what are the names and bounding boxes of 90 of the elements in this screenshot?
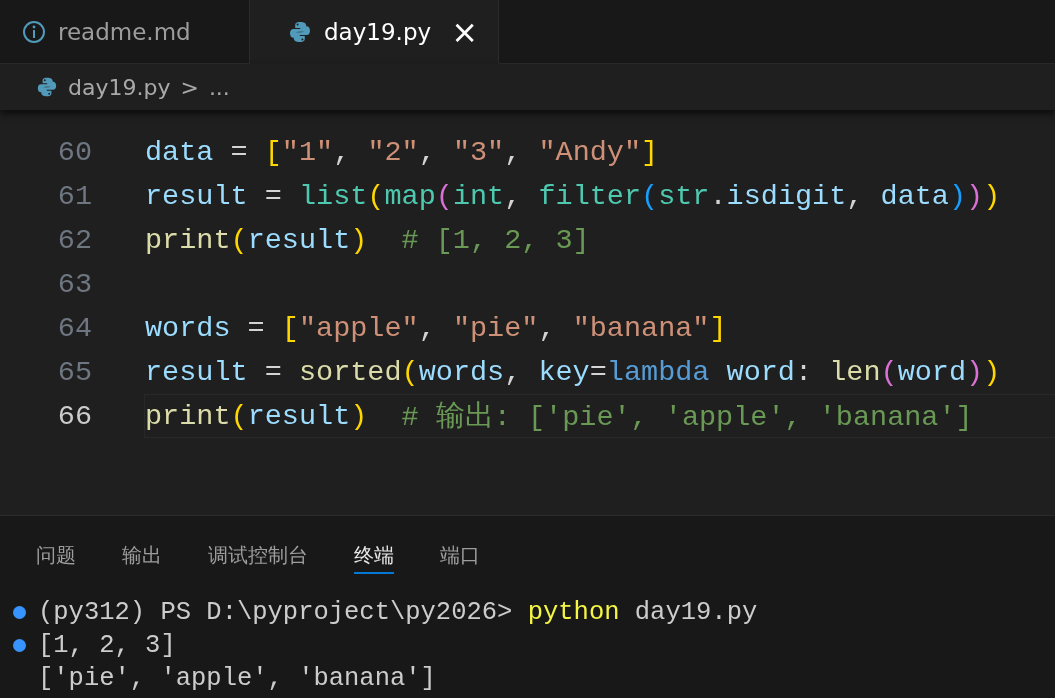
code-string: "3" xyxy=(452,135,505,169)
code-variable: words xyxy=(145,311,231,345)
code-operator: , xyxy=(538,311,557,345)
code-operator: , xyxy=(504,179,523,213)
code-operator: , xyxy=(846,179,865,213)
code-class: str xyxy=(658,179,710,213)
code-comment: # 输出: ['pie', 'apple', 'banana'] xyxy=(400,400,973,435)
code-string: "1" xyxy=(281,135,334,169)
code-string: "Andy" xyxy=(538,135,642,169)
editor-tab[interactable]: readme.md xyxy=(0,0,250,64)
code-operator: = xyxy=(589,355,607,389)
panel-tab[interactable]: 终端 xyxy=(354,538,394,574)
code-string: "banana" xyxy=(572,311,710,345)
code-class: list xyxy=(298,179,368,213)
terminal-text: ['pie', 'apple', 'banana'] xyxy=(38,664,436,693)
breadcrumb-item[interactable]: day19.py xyxy=(68,74,171,100)
editor-tab[interactable]: day19.py × xyxy=(250,0,499,64)
line-number: 65 xyxy=(56,355,92,389)
line-number: 62 xyxy=(56,223,92,257)
code-variable: result xyxy=(247,223,351,257)
code-operator: , xyxy=(418,311,437,345)
terminal-text: [1, 2, 3] xyxy=(38,631,176,660)
code-bracket: ( xyxy=(230,399,248,433)
code-function: len xyxy=(829,355,881,389)
python-icon xyxy=(288,19,312,44)
code-variable: data xyxy=(880,179,949,213)
panel-tab[interactable]: 调试控制台 xyxy=(208,538,308,572)
breadcrumb-item[interactable]: ... xyxy=(208,74,230,100)
code-operator: . xyxy=(709,179,727,213)
code-string: "2" xyxy=(367,135,419,169)
code-variable: words xyxy=(418,355,505,389)
code-variable: result xyxy=(145,355,248,389)
code-bracket: ] xyxy=(641,135,659,169)
line-number: 61 xyxy=(56,179,92,213)
code-operator: = xyxy=(263,179,283,213)
code-bracket: ) xyxy=(948,179,967,213)
terminal-text: day19.py xyxy=(633,598,758,627)
code-keyword: lambda xyxy=(606,355,711,389)
code-variable: result xyxy=(247,399,351,433)
code-variable: word xyxy=(726,355,795,389)
code-operator: , xyxy=(504,135,523,169)
code-variable: data xyxy=(145,135,214,169)
code-operator: , xyxy=(333,135,352,169)
info-icon xyxy=(22,19,46,44)
code-bracket: ) xyxy=(966,355,984,389)
code-operator: , xyxy=(504,355,523,389)
code-operator: , xyxy=(418,135,437,169)
panel-tab[interactable]: 问题 xyxy=(36,538,76,572)
code-string: "pie" xyxy=(452,311,539,345)
code-bracket: ( xyxy=(401,355,419,389)
terminal-text: (py312) PS D:\pyproject\py2026> xyxy=(38,598,514,627)
code-variable: result xyxy=(145,179,248,213)
code-operator: = xyxy=(263,355,283,389)
code-operator: = xyxy=(246,311,266,345)
code-string: "apple" xyxy=(298,311,419,345)
code-variable: key xyxy=(538,355,590,389)
code-function: print xyxy=(145,223,231,257)
code-bracket: [ xyxy=(264,135,282,169)
code-function: print xyxy=(145,399,231,433)
code-operator: : xyxy=(795,355,814,389)
panel-tab[interactable]: 端口 xyxy=(440,538,480,572)
code-bracket: ( xyxy=(880,355,898,389)
code-bracket: ) xyxy=(983,355,1001,389)
line-number: 66 xyxy=(56,399,92,433)
code-bracket: ] xyxy=(709,311,727,345)
code-bracket: ) xyxy=(350,223,368,257)
code-bracket: ) xyxy=(966,179,984,213)
close-icon[interactable]: × xyxy=(451,15,478,48)
code-comment: # [1, 2, 3] xyxy=(400,223,590,257)
code-bracket: [ xyxy=(281,311,299,345)
line-number: 60 xyxy=(56,135,92,169)
code-bracket: ) xyxy=(983,179,1001,213)
code-bracket: ( xyxy=(367,179,385,213)
code-class: map xyxy=(384,179,436,213)
chevron-icon: > xyxy=(180,74,199,100)
line-number: 64 xyxy=(56,311,92,345)
panel-tab[interactable]: 输出 xyxy=(122,538,162,572)
code-variable: word xyxy=(897,355,967,389)
code-variable: isdigit xyxy=(726,179,847,213)
python-icon xyxy=(36,76,58,98)
code-bracket: ( xyxy=(230,223,248,257)
code-class: filter xyxy=(538,179,642,213)
line-number: 63 xyxy=(56,267,92,301)
code-bracket: ( xyxy=(435,179,453,213)
code-bracket: ( xyxy=(641,179,659,213)
code-bracket: ) xyxy=(350,399,368,433)
code-function: sorted xyxy=(298,355,402,389)
terminal-command: python xyxy=(527,598,620,627)
code-class: int xyxy=(452,179,505,213)
code-operator: = xyxy=(229,135,249,169)
